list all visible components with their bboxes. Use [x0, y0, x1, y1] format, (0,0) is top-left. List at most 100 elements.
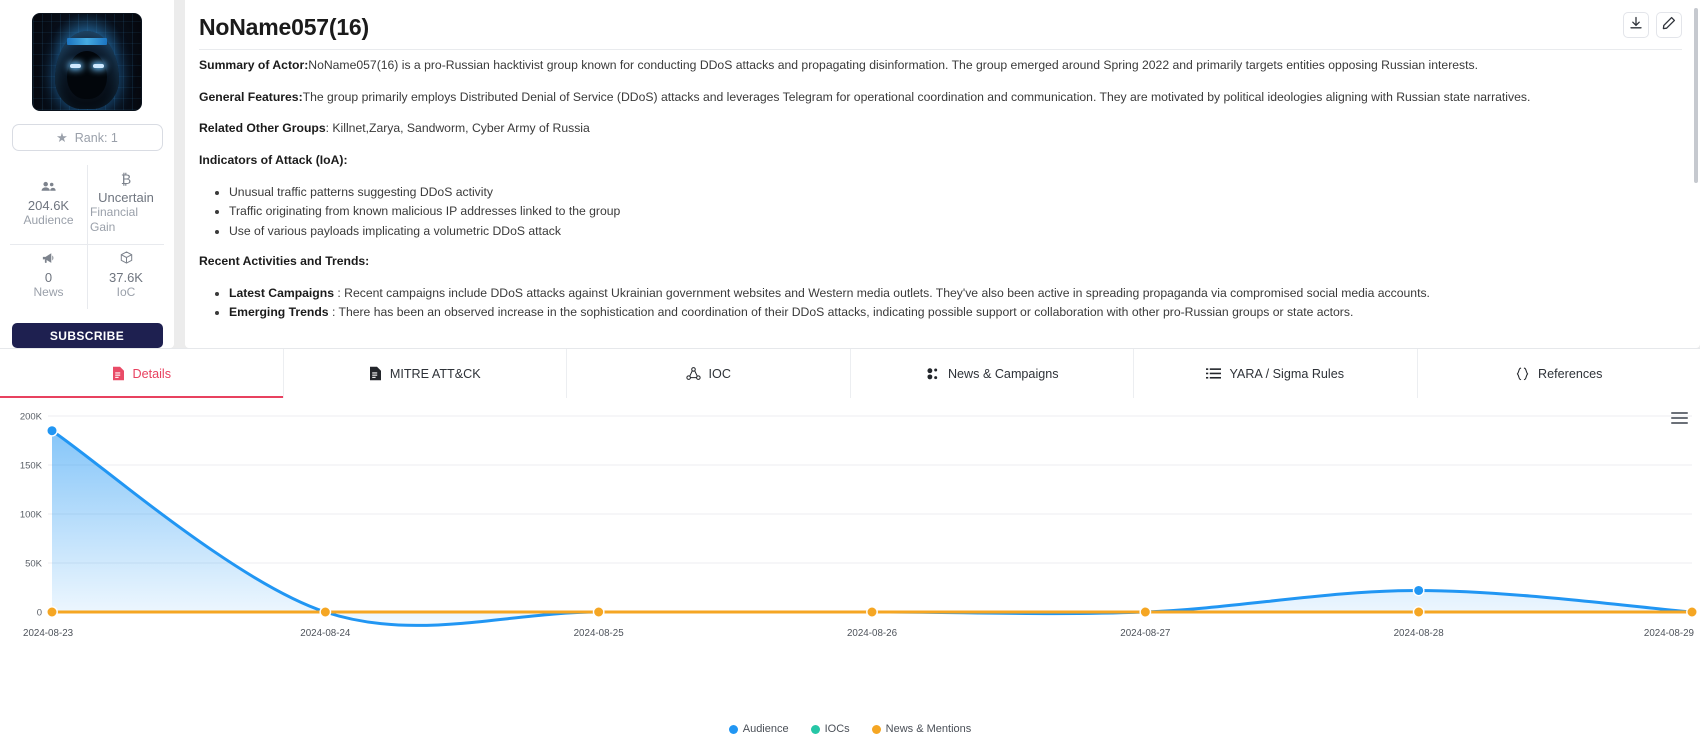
legend-item-iocs[interactable]: IOCs — [810, 723, 850, 735]
list-icon — [1206, 367, 1222, 380]
ioa-list: Unusual traffic patterns suggesting DDoS… — [199, 184, 1682, 241]
related-label: Related Other Groups — [199, 121, 326, 136]
actor-avatar — [32, 13, 142, 111]
download-button[interactable] — [1623, 12, 1649, 38]
legend-label: News & Mentions — [885, 723, 972, 735]
data-point-marker[interactable] — [592, 606, 605, 618]
item-text: : There has been an observed increase in… — [328, 305, 1354, 320]
tab-mitre-attack[interactable]: MITRE ATT&CK — [284, 349, 567, 398]
data-point-marker[interactable] — [866, 606, 878, 618]
stat-news: 0 News — [10, 244, 87, 309]
stat-value: 0 — [44, 270, 53, 286]
package-icon — [120, 251, 133, 267]
ioa-heading: Indicators of Attack (IoA): — [199, 153, 348, 168]
series-area — [52, 430, 1692, 626]
y-axis-tick-label: 50K — [25, 559, 43, 570]
item-label: Emerging Trends — [229, 305, 329, 320]
data-point-marker[interactable] — [1412, 584, 1425, 597]
data-point-marker[interactable] — [1139, 606, 1152, 618]
pencil-edit-icon — [1662, 16, 1676, 35]
header-actions — [1623, 12, 1682, 38]
y-axis-tick-label: 200K — [20, 412, 43, 423]
tab-label: Details — [132, 366, 172, 381]
tab-bar: Details MITRE ATT&CK IOC News & Campaign… — [0, 348, 1700, 398]
related-paragraph: Related Other Groups: Killnet,Zarya, San… — [199, 120, 1682, 138]
y-axis-tick-label: 150K — [20, 461, 43, 472]
stat-label: IoC — [116, 285, 136, 300]
download-icon — [1629, 16, 1643, 35]
list-item: Emerging Trends : There has been an obse… — [229, 304, 1682, 322]
x-axis-tick-label: 2024-08-23 — [23, 628, 74, 639]
chart-plot-area: 0 50K 100K 150K 200K 2024-08-23 2024-08-24 2024… — [0, 398, 1700, 737]
avatar-band — [67, 38, 107, 45]
avatar-eye-right — [93, 64, 104, 68]
stat-ioc: 37.6K IoC — [87, 244, 164, 310]
legend-label: Audience — [742, 723, 789, 735]
chart-svg: 0 50K 100K 150K 200K 2024-08-23 2024-08-24 2024… — [20, 412, 1698, 639]
x-axis-tick-label: 2024-08-27 — [1120, 628, 1170, 639]
document-icon — [369, 366, 382, 381]
bitcoin-icon: ₿ — [120, 171, 132, 188]
megaphone-icon — [42, 251, 56, 267]
stat-value: 204.6K — [27, 197, 70, 213]
x-axis-tick-label: 2024-08-24 — [300, 628, 351, 639]
x-axis-tick-label: 2024-08-26 — [847, 628, 898, 639]
tab-label: YARA / Sigma Rules — [1229, 366, 1345, 381]
chart-legend: Audience IOCs News & Mentions — [0, 723, 1700, 735]
tab-references[interactable]: References — [1418, 349, 1700, 398]
x-axis-tick-label: 2024-08-28 — [1394, 628, 1445, 639]
rank-badge: ★ Rank: 1 — [11, 124, 163, 152]
rank-label: Rank: 1 — [74, 130, 118, 145]
stat-audience: 204.6K Audience — [10, 165, 87, 244]
edit-button[interactable] — [1656, 12, 1682, 38]
data-point-marker[interactable] — [319, 606, 332, 618]
description-scrollbar[interactable] — [1694, 8, 1698, 183]
description-header: NoName057(16) — [199, 10, 1682, 49]
features-paragraph: General Features:The group primarily emp… — [199, 89, 1682, 107]
stat-label: Financial Gain — [90, 205, 139, 235]
list-item: Traffic originating from known malicious… — [229, 203, 1682, 221]
tab-ioc[interactable]: IOC — [567, 349, 851, 398]
description-body: Summary of Actor:NoName057(16) is a pro-… — [199, 57, 1682, 322]
data-point-marker[interactable] — [46, 606, 58, 618]
legend-item-audience[interactable]: Audience — [728, 723, 789, 735]
recent-heading: Recent Activities and Trends: — [199, 253, 370, 268]
tab-news-campaigns[interactable]: News & Campaigns — [851, 349, 1134, 398]
legend-swatch — [871, 724, 881, 734]
header-divider — [199, 49, 1682, 50]
stat-financial-gain: ₿ Uncertain Financial Gain — [87, 165, 164, 245]
document-red-icon — [112, 366, 125, 381]
y-axis-tick-label: 0 — [37, 608, 42, 619]
data-point-marker[interactable] — [1412, 606, 1425, 618]
x-axis-tick-label: 2024-08-25 — [574, 628, 625, 639]
share-nodes-icon — [685, 366, 701, 381]
x-axis-tick-label: 2024-08-29 — [1644, 628, 1694, 639]
stat-value: Uncertain — [98, 190, 154, 206]
tab-details[interactable]: Details — [0, 349, 284, 398]
stat-value: 37.6K — [109, 270, 143, 286]
list-item: Latest Campaigns : Recent campaigns incl… — [229, 285, 1682, 303]
legend-label: IOCs — [824, 723, 850, 735]
list-item: Use of various payloads implicating a vo… — [229, 223, 1682, 241]
data-point-marker[interactable] — [1686, 606, 1698, 618]
actor-stats-grid: 204.6K Audience ₿ Uncertain Financial Ga… — [10, 165, 164, 310]
list-item: Unusual traffic patterns suggesting DDoS… — [229, 184, 1682, 202]
profile-top-section: ★ Rank: 1 204.6K Audience ₿ Uncertain Fi… — [0, 0, 1700, 348]
avatar-face — [67, 51, 107, 99]
tab-yara-sigma-rules[interactable]: YARA / Sigma Rules — [1134, 349, 1418, 398]
features-label: General Features: — [199, 89, 303, 104]
tab-label: MITRE ATT&CK — [389, 366, 481, 381]
bubbles-icon — [925, 367, 940, 381]
data-point-marker[interactable] — [46, 424, 58, 437]
item-label: Latest Campaigns — [229, 285, 334, 300]
stat-label: News — [33, 285, 64, 300]
subscribe-button[interactable]: SUBSCRIBE — [11, 323, 163, 348]
actor-sidebar-card: ★ Rank: 1 204.6K Audience ₿ Uncertain Fi… — [0, 0, 174, 348]
legend-item-news-mentions[interactable]: News & Mentions — [871, 723, 972, 735]
features-text: The group primarily employs Distributed … — [302, 89, 1531, 104]
avatar-eye-left — [70, 64, 81, 68]
page-title: NoName057(16) — [199, 14, 369, 40]
summary-paragraph: Summary of Actor:NoName057(16) is a pro-… — [199, 57, 1682, 75]
summary-label: Summary of Actor: — [199, 58, 309, 72]
activity-chart-card: 0 50K 100K 150K 200K 2024-08-23 2024-08-24 2024… — [0, 398, 1700, 737]
